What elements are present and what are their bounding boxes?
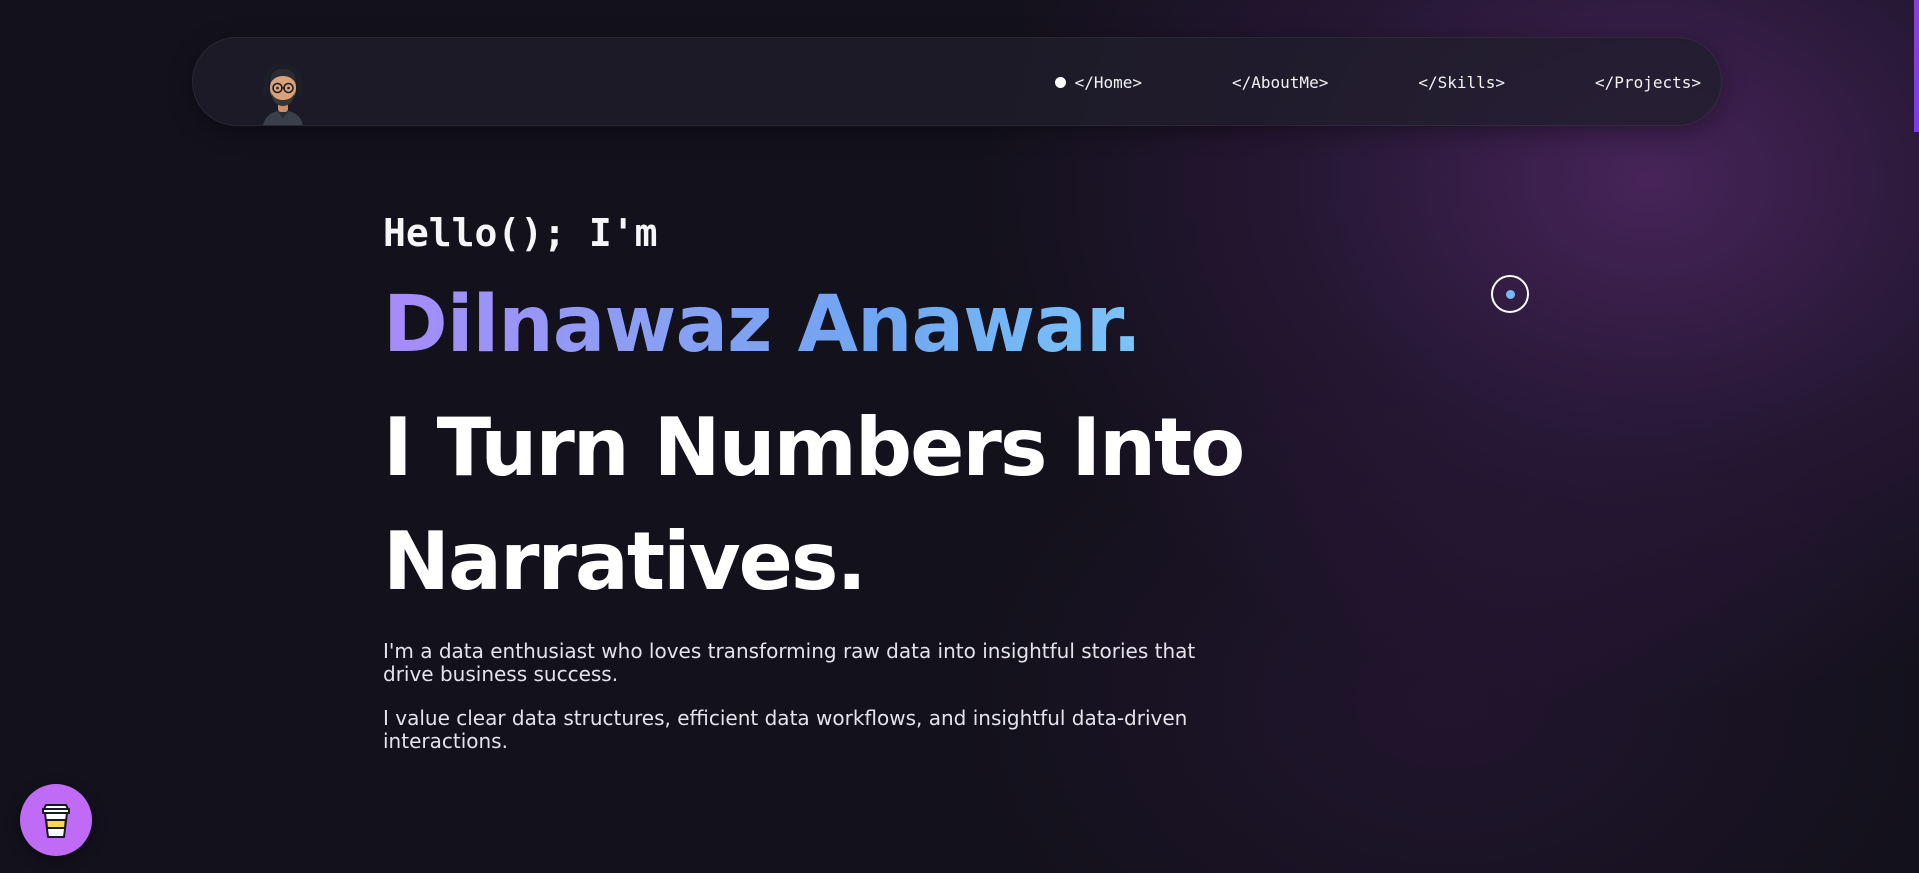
nav-link-label: </Projects> bbox=[1595, 73, 1701, 92]
nav-link-skills[interactable]: </Skills> bbox=[1418, 73, 1505, 92]
buy-me-a-coffee-button[interactable] bbox=[20, 784, 92, 856]
intro-paragraph: I'm a data enthusiast who loves transfor… bbox=[383, 639, 1196, 686]
nav-link-label: </Skills> bbox=[1418, 73, 1506, 92]
nav-link-label: </Home> bbox=[1074, 73, 1142, 92]
hero-headline: I Turn Numbers Into Narratives. bbox=[383, 401, 1245, 608]
hero-name: Dilnawaz Anawar. bbox=[383, 280, 1142, 370]
active-indicator-dot bbox=[1054, 77, 1066, 88]
cursor-ring-icon bbox=[1491, 275, 1529, 313]
nav-link-projects[interactable]: </Projects> bbox=[1595, 73, 1701, 92]
avatar[interactable] bbox=[259, 62, 307, 125]
cursor-dot bbox=[1505, 289, 1515, 299]
values-paragraph: I value clear data structures, efficient… bbox=[383, 706, 1188, 753]
nav-link-about-me[interactable]: </AboutMe> bbox=[1232, 73, 1328, 92]
navbar: </Home> </AboutMe> </Skills> </Projects> bbox=[192, 37, 1722, 126]
greeting: Hello(); I'm bbox=[383, 211, 658, 255]
nav-link-home[interactable]: </Home> bbox=[1054, 73, 1142, 92]
scroll-progress-indicator bbox=[1914, 0, 1919, 132]
avatar-icon bbox=[263, 63, 303, 125]
nav-links: </Home> </AboutMe> </Skills> </Projects> bbox=[1054, 38, 1701, 125]
coffee-cup-icon bbox=[42, 804, 70, 838]
nav-link-label: </AboutMe> bbox=[1232, 73, 1329, 92]
